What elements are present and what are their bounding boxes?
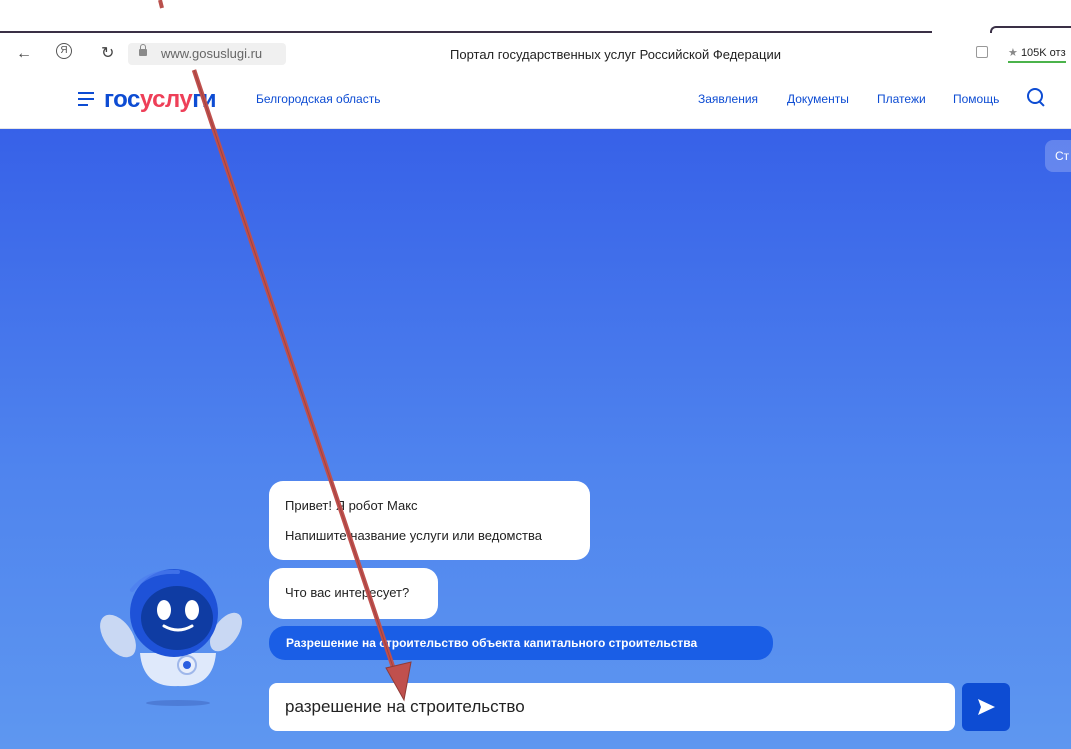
lock-icon	[139, 44, 147, 56]
send-icon	[978, 699, 995, 715]
browser-toolbar: ← Я ↻ www.gosuslugi.ru Портал государств…	[0, 33, 1071, 78]
chat-input[interactable]	[269, 683, 955, 731]
browser-top-strip	[0, 0, 1071, 34]
corner-button[interactable]: Ст	[1045, 140, 1071, 172]
reviews-badge[interactable]: ★ 105K отз	[1008, 46, 1066, 63]
greeting-line-1: Привет! Я робот Макс	[285, 498, 418, 513]
logo-part-gi: ги	[192, 86, 216, 113]
bot-question-bubble: Что вас интересует?	[269, 568, 438, 619]
menu-icon[interactable]	[78, 92, 94, 106]
reviews-count: 105K отз	[1020, 47, 1066, 59]
nav-payments[interactable]: Платежи	[877, 92, 926, 106]
greeting-line-2: Напишите название услуги или ведомства	[285, 528, 542, 543]
nav-help[interactable]: Помощь	[953, 92, 999, 106]
bot-greeting-bubble: Привет! Я робот Макс Напишите название у…	[269, 481, 590, 560]
search-icon[interactable]	[1025, 86, 1047, 108]
send-button[interactable]	[962, 683, 1010, 731]
address-bar[interactable]: www.gosuslugi.ru	[128, 43, 286, 65]
nav-documents[interactable]: Документы	[787, 92, 849, 106]
suggestion-chip[interactable]: Разрешение на строительство объекта капи…	[269, 626, 773, 660]
logo-part-uslu: услу	[139, 86, 193, 113]
site-header: госуслуги Белгородская область Заявления…	[0, 78, 1071, 129]
back-arrow-icon[interactable]: ←	[16, 45, 32, 63]
page-title: Портал государственных услуг Российской …	[450, 47, 781, 62]
url-text: www.gosuslugi.ru	[161, 46, 263, 61]
logo-part-gos: гос	[104, 86, 140, 113]
robot-max-mascot	[100, 569, 242, 706]
nav-applications[interactable]: Заявления	[698, 92, 758, 106]
question-text: Что вас интересует?	[285, 585, 410, 600]
extension-icon[interactable]	[976, 46, 988, 58]
yandex-icon[interactable]: Я	[56, 43, 72, 59]
region-selector[interactable]: Белгородская область	[256, 92, 380, 106]
star-icon: ★	[1008, 47, 1018, 59]
reload-icon[interactable]: ↻	[101, 43, 114, 63]
gosuslugi-logo[interactable]: госуслуги	[104, 86, 216, 114]
